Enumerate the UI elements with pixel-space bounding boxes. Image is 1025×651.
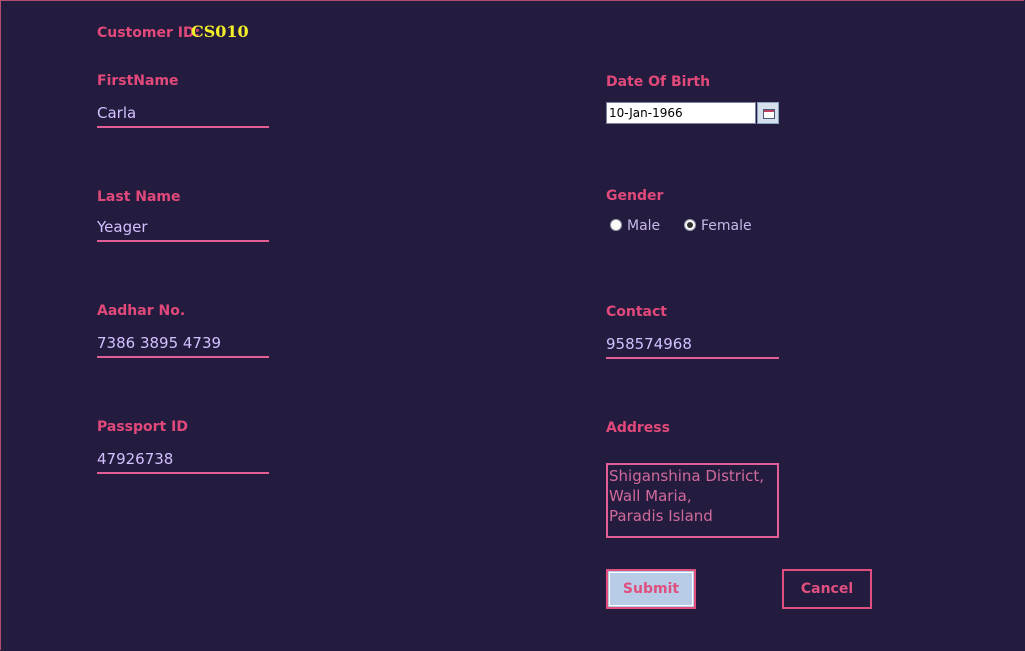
gender-female-label: Female xyxy=(701,218,752,234)
contact-field[interactable]: 958574968 xyxy=(606,331,779,359)
window-frame xyxy=(0,0,1024,650)
calendar-icon xyxy=(763,109,775,119)
dob-label: Date Of Birth xyxy=(606,74,711,90)
aadhar-field[interactable]: 7386 3895 4739 xyxy=(97,330,269,358)
address-label: Address xyxy=(606,420,670,436)
first-name-field[interactable]: Carla xyxy=(97,100,269,128)
aadhar-label: Aadhar No. xyxy=(97,303,186,319)
passport-label: Passport ID xyxy=(97,419,188,435)
last-name-label: Last Name xyxy=(97,189,181,205)
customer-id-value: CS010 xyxy=(191,22,249,41)
address-textarea[interactable]: Shiganshina District, Wall Maria, Paradi… xyxy=(606,463,779,538)
first-name-label: FirstName xyxy=(97,73,179,89)
passport-field[interactable]: 47926738 xyxy=(97,446,269,474)
date-picker-button[interactable] xyxy=(757,102,779,124)
customer-id-label: Customer ID: xyxy=(97,25,201,41)
cancel-button[interactable]: Cancel xyxy=(782,569,872,609)
contact-label: Contact xyxy=(606,304,667,320)
gender-female-radio[interactable] xyxy=(684,219,696,231)
submit-button[interactable]: Submit xyxy=(606,569,696,609)
gender-male-label: Male xyxy=(627,218,661,234)
last-name-field[interactable]: Yeager xyxy=(97,214,269,242)
gender-label: Gender xyxy=(606,188,664,204)
dob-input[interactable]: 10-Jan-1966 xyxy=(606,102,756,124)
gender-male-radio[interactable] xyxy=(610,219,622,231)
